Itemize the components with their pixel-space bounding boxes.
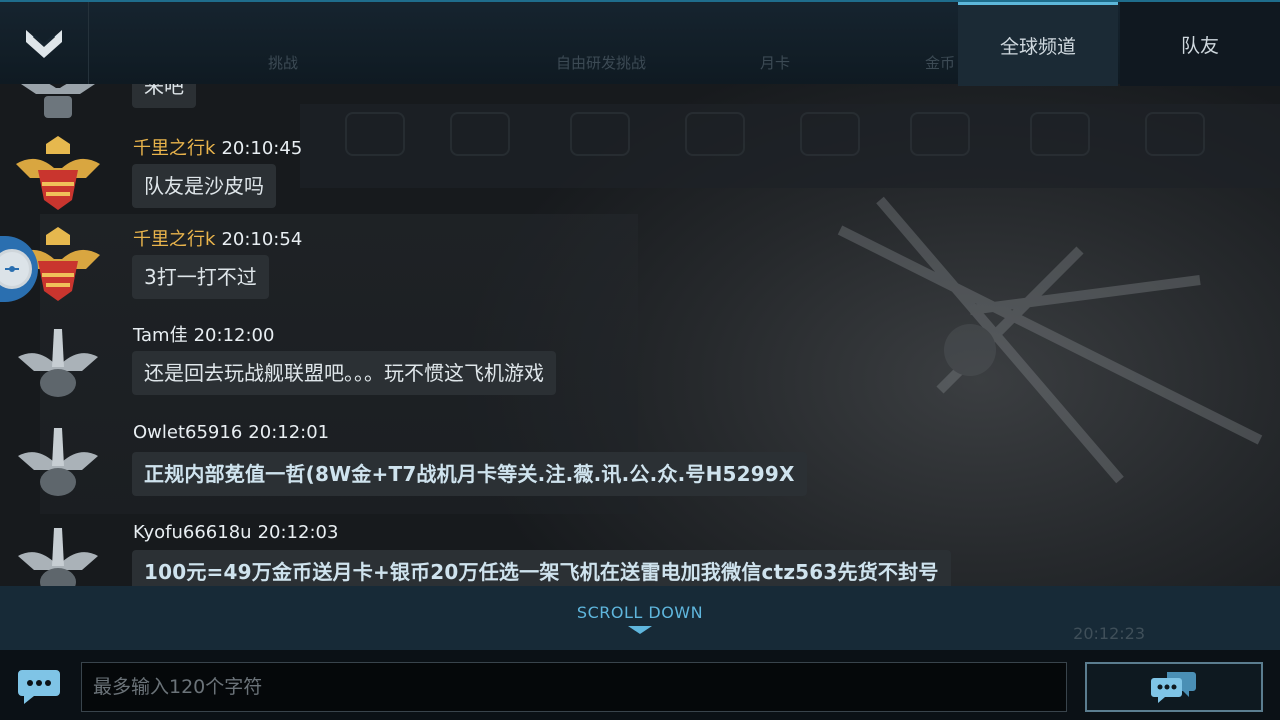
silver-wings-badge-icon [21, 84, 95, 118]
chat-input-bar [0, 650, 1280, 720]
message-time: 20:10:54 [221, 229, 303, 250]
chat-bubble-icon [18, 670, 60, 704]
message-meta: Tam佳 20:12:00 [133, 321, 274, 347]
collapse-button[interactable] [0, 2, 89, 86]
message-bubble: 正规内部莬值一哲(8W金+T7战机月卡等关.注.薇.讯.公.众.号H5299X [132, 452, 807, 496]
message-meta: 千里之行k 20:10:45 [133, 134, 302, 160]
emoji-button[interactable] [16, 664, 62, 708]
sender-name[interactable]: 千里之行k [133, 138, 215, 159]
silver-wings-badge-icon [18, 528, 98, 586]
drawer-toggle-icon [0, 249, 32, 289]
message-bubble: 100元=49万金币送月卡+银币20万任选一架飞机在送雷电加我微信ctz563先… [132, 550, 951, 586]
sender-name[interactable]: Kyofu66618u [133, 522, 252, 543]
message-meta: 千里之行k 20:10:54 [133, 225, 302, 251]
message-meta: Kyofu66618u 20:12:03 [133, 522, 338, 543]
chat-message-input[interactable] [81, 662, 1067, 712]
message-time: 20:10:45 [221, 138, 303, 159]
tab-global-channel[interactable]: 全球频道 [958, 2, 1118, 86]
send-chat-icon [1151, 672, 1196, 703]
chat-message-list[interactable]: 来吧 千里之行k 20:10:45 队友是沙皮吗 千里之行k 20:10:54 3打… [0, 84, 1280, 586]
gold-wings-badge-icon [16, 136, 100, 210]
silver-wings-badge-icon [18, 329, 98, 397]
tab-teammates[interactable]: 队友 [1120, 2, 1280, 86]
faded-nav-5: 金币 [925, 54, 956, 72]
tab-global-channel-label: 全球频道 [999, 36, 1076, 58]
arrow-down-icon [628, 625, 652, 634]
faded-nav-1: 挑战 [268, 54, 299, 72]
sender-name[interactable]: 千里之行k [133, 229, 215, 250]
background-time: 20:12:23 [1073, 624, 1145, 643]
faded-nav-3: 自由研发挑战 [556, 54, 647, 72]
message-time: 20:12:00 [193, 325, 275, 346]
chevron-down-icon [26, 30, 62, 58]
message-bubble: 队友是沙皮吗 [132, 164, 276, 208]
sender-name[interactable]: Owlet65916 [133, 422, 242, 443]
tab-teammates-label: 队友 [1180, 34, 1219, 57]
message-time: 20:12:01 [248, 422, 330, 443]
scroll-down-label: SCROLL DOWN [576, 602, 704, 622]
message-bubble: 3打一打不过 [132, 255, 269, 299]
message-meta: Owlet65916 20:12:01 [133, 422, 329, 443]
message-bubble: 来吧 [132, 84, 196, 108]
top-bar: 挑战 自由研发挑战 月卡 金币 全球频道 队友 [0, 0, 1280, 86]
send-button[interactable] [1085, 662, 1263, 712]
message-time: 20:12:03 [257, 522, 339, 543]
sender-name[interactable]: Tam佳 [133, 325, 188, 346]
silver-wings-badge-icon [18, 428, 98, 496]
message-bubble: 还是回去玩战舰联盟吧。。。玩不惯这飞机游戏 [132, 351, 556, 395]
faded-nav-2: 月卡 [760, 54, 791, 72]
